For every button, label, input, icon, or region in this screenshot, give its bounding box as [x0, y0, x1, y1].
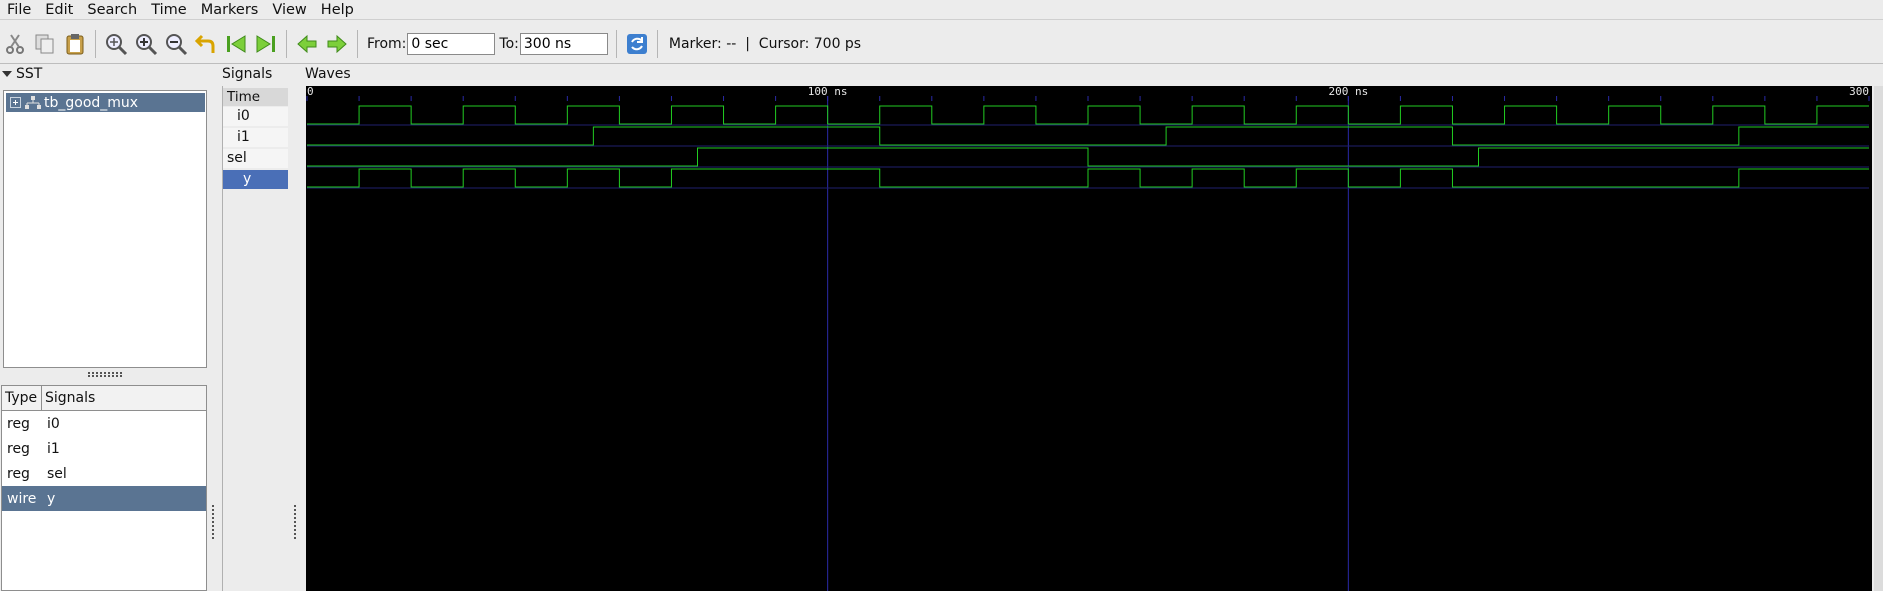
vertical-scrollbar[interactable] [1874, 86, 1883, 591]
waveform-i1[interactable] [307, 126, 1869, 146]
signal-list-header: Type Signals [2, 386, 206, 411]
column-type[interactable]: Type [2, 386, 42, 410]
time-label: Time [223, 88, 288, 106]
signals-pane-title: Signals [222, 66, 273, 82]
time-tick-label: 200 ns [1328, 86, 1368, 98]
signal-list-row[interactable]: reg i1 [2, 436, 206, 461]
toolbar-separator [615, 29, 617, 58]
hierarchy-icon [25, 95, 41, 109]
zoom-in-icon[interactable] [132, 30, 160, 58]
tree-item-label: tb_good_mux [44, 94, 139, 111]
from-input[interactable] [407, 32, 496, 55]
menu-file[interactable]: File [0, 1, 38, 19]
time-tick-label: 100 ns [808, 86, 848, 98]
zoom-fit-icon[interactable] [102, 30, 130, 58]
signal-name-row[interactable]: i1 [223, 128, 288, 147]
signal-name: sel [47, 465, 67, 482]
menu-edit[interactable]: Edit [38, 1, 80, 19]
waveform-i0[interactable] [307, 105, 1869, 125]
signal-name-row[interactable]: i0 [223, 107, 288, 126]
signal-name-row-selected[interactable]: y [223, 170, 288, 189]
signal-type: reg [7, 465, 30, 482]
menu-help[interactable]: Help [314, 1, 361, 19]
waves-pane-title: Waves [305, 66, 351, 82]
signal-list-row-selected[interactable]: wire y [2, 486, 206, 511]
toolbar-separator [656, 29, 658, 58]
sst-tree[interactable]: tb_good_mux [3, 90, 207, 368]
time-tick-label: 0 [307, 86, 314, 98]
toolbar-separator [286, 29, 287, 58]
tree-item-tb-good-mux[interactable]: tb_good_mux [6, 93, 205, 112]
pane-resize-handle[interactable] [212, 505, 216, 539]
signal-type: reg [7, 415, 30, 432]
waveform-y[interactable] [307, 168, 1869, 188]
column-signals[interactable]: Signals [42, 386, 95, 410]
cut-icon[interactable] [1, 30, 29, 58]
menu-search[interactable]: Search [80, 1, 144, 19]
signal-name: i0 [47, 415, 60, 432]
menu-markers[interactable]: Markers [194, 1, 266, 19]
pane-resize-handle[interactable] [88, 372, 122, 377]
copy-icon[interactable] [31, 30, 59, 58]
go-to-start-icon[interactable] [222, 30, 250, 58]
waves-pane[interactable]: 0 100 ns 200 ns 300 [306, 85, 1872, 591]
go-to-end-icon[interactable] [252, 30, 280, 58]
expand-icon[interactable] [10, 97, 21, 108]
menu-view[interactable]: View [265, 1, 313, 19]
to-label: To: [499, 35, 519, 52]
time-tick-label: 300 [1849, 86, 1869, 98]
signal-name: y [47, 490, 56, 507]
pane-resize-handle[interactable] [294, 505, 298, 539]
signal-name-row[interactable]: sel [223, 149, 288, 168]
collapse-triangle-icon[interactable] [2, 71, 12, 77]
zoom-out-icon[interactable] [162, 30, 190, 58]
marker-cursor-status: Marker: -- | Cursor: 700 ps [668, 35, 862, 52]
paste-icon[interactable] [61, 30, 89, 58]
shift-left-icon[interactable] [293, 30, 321, 58]
toolbar-separator [95, 29, 96, 58]
to-input[interactable] [519, 32, 608, 55]
signal-type: reg [7, 440, 30, 457]
waveform-sel[interactable] [307, 147, 1869, 167]
toolbar-separator [357, 29, 358, 58]
sst-header[interactable]: SST [0, 66, 42, 82]
signal-list-row[interactable]: reg sel [2, 461, 206, 486]
sst-title: SST [16, 66, 43, 82]
waveform-canvas[interactable]: 0 100 ns 200 ns 300 [306, 85, 1872, 591]
toolbar: From: To: Marker: -- | Cursor: 700 ps [0, 24, 1883, 64]
signal-list-row[interactable]: reg i0 [2, 411, 206, 436]
reload-icon[interactable] [623, 30, 651, 58]
undo-zoom-icon[interactable] [192, 30, 220, 58]
signal-type: wire [7, 490, 37, 507]
from-label: From: [367, 35, 407, 52]
signals-pane[interactable]: Time i0 i1 sel y [222, 86, 288, 591]
signal-list[interactable]: Type Signals reg i0 reg i1 reg sel wire … [1, 385, 207, 591]
signal-name: i1 [47, 440, 60, 457]
menu-time[interactable]: Time [144, 1, 194, 19]
menubar: File Edit Search Time Markers View Help [0, 0, 1883, 20]
shift-right-icon[interactable] [323, 30, 351, 58]
